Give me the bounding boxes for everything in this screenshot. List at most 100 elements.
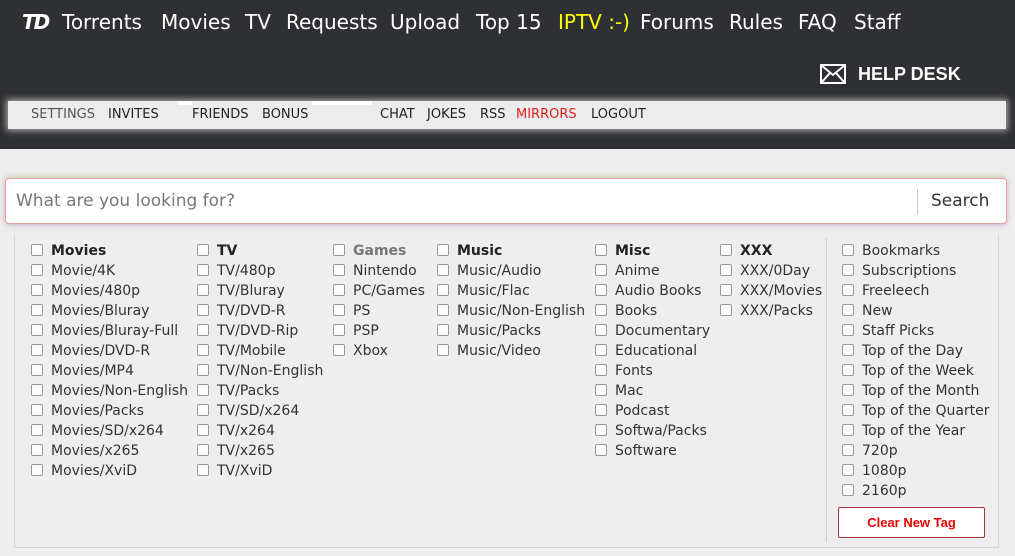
checkbox[interactable]	[842, 404, 854, 416]
search-button[interactable]: Search	[931, 191, 989, 211]
subnav-invites[interactable]: INVITES	[108, 107, 159, 123]
checkbox-label[interactable]: TV/Packs	[217, 382, 279, 400]
checkbox[interactable]	[31, 304, 43, 316]
checkbox[interactable]	[437, 344, 449, 356]
checkbox[interactable]	[842, 364, 854, 376]
category-documentary[interactable]: Documentary	[595, 321, 795, 341]
checkbox[interactable]	[720, 284, 732, 296]
checkbox-label[interactable]: TV/Mobile	[217, 342, 286, 360]
checkbox[interactable]	[31, 364, 43, 376]
checkbox-label[interactable]: Software	[615, 442, 677, 460]
checkbox-label[interactable]: Movies/Non-English	[51, 382, 188, 400]
checkbox[interactable]	[333, 284, 345, 296]
checkbox[interactable]	[595, 264, 607, 276]
checkbox-label[interactable]: Audio Books	[615, 282, 701, 300]
checkbox-label[interactable]: TV	[217, 242, 237, 260]
checkbox[interactable]	[842, 484, 854, 496]
nav-requests[interactable]: Requests	[286, 10, 378, 34]
checkbox-label[interactable]: TV/x264	[217, 422, 275, 440]
tag-1080p[interactable]: 1080p	[842, 461, 1015, 481]
checkbox[interactable]	[595, 344, 607, 356]
checkbox-label[interactable]: Movies/Bluray-Full	[51, 322, 178, 340]
checkbox-label[interactable]: Music/Video	[457, 342, 541, 360]
category-tv-sd-x264[interactable]: TV/SD/x264	[197, 401, 397, 421]
checkbox[interactable]	[333, 264, 345, 276]
tag-staff-picks[interactable]: Staff Picks	[842, 321, 1015, 341]
checkbox-label[interactable]: TV/XviD	[217, 462, 272, 480]
checkbox-label[interactable]: Nintendo	[353, 262, 417, 280]
checkbox-label[interactable]: Movies	[51, 242, 106, 260]
nav-top15[interactable]: Top 15	[476, 10, 542, 34]
checkbox-label[interactable]: Movies/480p	[51, 282, 140, 300]
checkbox-label[interactable]: Top of the Year	[862, 422, 965, 440]
checkbox[interactable]	[197, 244, 209, 256]
checkbox-label[interactable]: Music/Audio	[457, 262, 541, 280]
checkbox-label[interactable]: Educational	[615, 342, 697, 360]
checkbox-label[interactable]: XXX/0Day	[740, 262, 810, 280]
checkbox-label[interactable]: Movie/4K	[51, 262, 115, 280]
subnav-chat[interactable]: CHAT	[380, 107, 415, 123]
checkbox[interactable]	[720, 304, 732, 316]
nav-movies[interactable]: Movies	[161, 10, 231, 34]
checkbox[interactable]	[842, 384, 854, 396]
checkbox[interactable]	[197, 284, 209, 296]
checkbox[interactable]	[595, 304, 607, 316]
checkbox-label[interactable]: Movies/SD/x264	[51, 422, 164, 440]
nav-tv[interactable]: TV	[245, 10, 271, 34]
checkbox[interactable]	[197, 444, 209, 456]
tag-top-of-the-month[interactable]: Top of the Month	[842, 381, 1015, 401]
tag-top-of-the-year[interactable]: Top of the Year	[842, 421, 1015, 441]
checkbox-label[interactable]: TV/DVD-Rip	[217, 322, 298, 340]
checkbox[interactable]	[720, 264, 732, 276]
tag-bookmarks[interactable]: Bookmarks	[842, 241, 1015, 261]
checkbox-label[interactable]: 1080p	[862, 462, 907, 480]
checkbox[interactable]	[31, 264, 43, 276]
checkbox[interactable]	[595, 244, 607, 256]
checkbox[interactable]	[333, 324, 345, 336]
checkbox[interactable]	[31, 384, 43, 396]
checkbox[interactable]	[197, 424, 209, 436]
checkbox-label[interactable]: Subscriptions	[862, 262, 956, 280]
checkbox-label[interactable]: Movies/x265	[51, 442, 139, 460]
subnav-settings[interactable]: SETTINGS	[31, 107, 95, 123]
checkbox-label[interactable]: Fonts	[615, 362, 653, 380]
nav-iptv[interactable]: IPTV :-)	[558, 10, 630, 34]
checkbox[interactable]	[197, 324, 209, 336]
nav-staff[interactable]: Staff	[854, 10, 901, 34]
checkbox-label[interactable]: Games	[353, 242, 406, 260]
checkbox[interactable]	[595, 324, 607, 336]
checkbox-label[interactable]: TV/Bluray	[217, 282, 285, 300]
checkbox-label[interactable]: Anime	[615, 262, 660, 280]
checkbox[interactable]	[437, 244, 449, 256]
checkbox[interactable]	[31, 464, 43, 476]
checkbox[interactable]	[333, 304, 345, 316]
checkbox-label[interactable]: Documentary	[615, 322, 710, 340]
checkbox-label[interactable]: Movies/DVD-R	[51, 342, 150, 360]
checkbox[interactable]	[842, 444, 854, 456]
checkbox-label[interactable]: Movies/MP4	[51, 362, 134, 380]
checkbox-label[interactable]: Softwa/Packs	[615, 422, 707, 440]
checkbox[interactable]	[197, 264, 209, 276]
checkbox[interactable]	[197, 464, 209, 476]
checkbox-label[interactable]: Music/Packs	[457, 322, 541, 340]
checkbox[interactable]	[437, 324, 449, 336]
checkbox[interactable]	[31, 424, 43, 436]
checkbox[interactable]	[197, 344, 209, 356]
checkbox-label[interactable]: TV/x265	[217, 442, 275, 460]
checkbox-label[interactable]: XXX/Packs	[740, 302, 813, 320]
nav-upload[interactable]: Upload	[390, 10, 460, 34]
checkbox[interactable]	[842, 304, 854, 316]
subnav-bonus[interactable]: BONUS	[262, 107, 308, 123]
category-tv-xvid[interactable]: TV/XviD	[197, 461, 397, 481]
checkbox[interactable]	[197, 404, 209, 416]
checkbox-label[interactable]: 720p	[862, 442, 898, 460]
checkbox[interactable]	[437, 304, 449, 316]
checkbox-label[interactable]: Top of the Month	[862, 382, 979, 400]
tag-2160p[interactable]: 2160p	[842, 481, 1015, 501]
checkbox-label[interactable]: Books	[615, 302, 657, 320]
checkbox[interactable]	[842, 324, 854, 336]
category-software[interactable]: Software	[595, 441, 795, 461]
checkbox-label[interactable]: PSP	[353, 322, 379, 340]
tag-top-of-the-week[interactable]: Top of the Week	[842, 361, 1015, 381]
checkbox-label[interactable]: TV/480p	[217, 262, 275, 280]
